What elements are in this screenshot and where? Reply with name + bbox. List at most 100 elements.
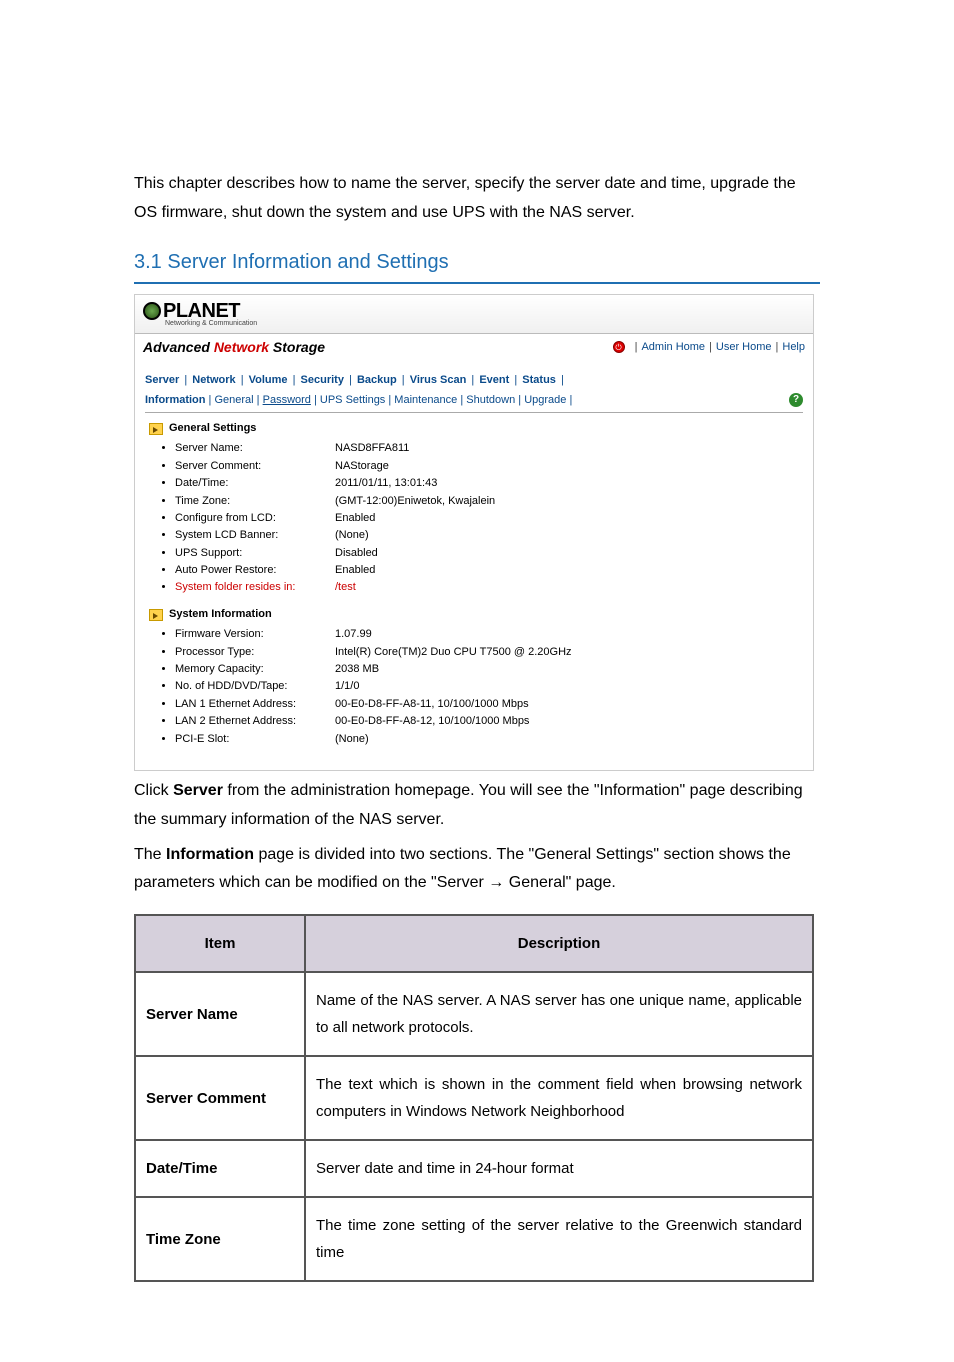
kv-row: Server Name:NASD8FFA811 <box>175 440 803 457</box>
sep: | <box>344 374 357 386</box>
bold: Information <box>166 846 254 863</box>
product-suffix: Storage <box>269 339 325 355</box>
help-icon[interactable]: ? <box>789 393 803 407</box>
cell-description: Name of the NAS server. A NAS server has… <box>305 972 813 1056</box>
arrow-icon <box>149 423 163 435</box>
kv-key: System LCD Banner: <box>175 528 335 543</box>
system-information-list: Firmware Version:1.07.99Processor Type:I… <box>175 626 803 748</box>
kv-key: LAN 1 Ethernet Address: <box>175 697 335 712</box>
kv-row: Processor Type:Intel(R) Core(TM)2 Duo CP… <box>175 644 803 661</box>
subtab-upgrade[interactable]: Upgrade <box>524 394 566 406</box>
kv-value: Enabled <box>335 564 375 576</box>
sep: | <box>631 340 642 355</box>
kv-value: 2011/01/11, 13:01:43 <box>335 477 437 489</box>
kv-row: Date/Time:2011/01/11, 13:01:43 <box>175 475 803 492</box>
tab-network[interactable]: Network <box>192 374 235 386</box>
kv-value: Intel(R) Core(TM)2 Duo CPU T7500 @ 2.20G… <box>335 646 572 658</box>
kv-value: 00-E0-D8-FF-A8-11, 10/100/1000 Mbps <box>335 698 529 710</box>
product-prefix: Advanced <box>143 339 214 355</box>
kv-key: Date/Time: <box>175 476 335 491</box>
kv-key: UPS Support: <box>175 546 335 561</box>
kv-row: Memory Capacity:2038 MB <box>175 661 803 678</box>
help-link[interactable]: Help <box>782 340 805 355</box>
text: from the administration homepage. You wi… <box>134 782 803 828</box>
subtab-general[interactable]: General <box>214 394 253 406</box>
table-row: Server NameName of the NAS server. A NAS… <box>135 972 813 1056</box>
kv-row: Configure from LCD:Enabled <box>175 510 803 527</box>
bold: Server <box>173 782 223 799</box>
power-icon[interactable]: ⏻ <box>613 341 625 353</box>
kv-value: 1/1/0 <box>335 680 359 692</box>
subtab-information[interactable]: Information <box>145 394 206 406</box>
sep: | <box>556 374 566 386</box>
table-row: Date/TimeServer date and time in 24-hour… <box>135 1140 813 1197</box>
cell-item: Server Name <box>135 972 305 1056</box>
tabs-secondary: Information | General | Password | UPS S… <box>145 391 803 413</box>
product-highlight: Network <box>214 339 269 355</box>
table-row: Server CommentThe text which is shown in… <box>135 1056 813 1140</box>
tab-server[interactable]: Server <box>145 374 179 386</box>
kv-value: /test <box>335 581 356 593</box>
sep: | <box>288 374 301 386</box>
globe-icon <box>143 302 161 320</box>
sep: | <box>236 374 249 386</box>
kv-value: (None) <box>335 529 369 541</box>
title-bar: Advanced Network Storage ⏻ | Admin Home … <box>135 334 813 364</box>
kv-row: Auto Power Restore:Enabled <box>175 562 803 579</box>
kv-row: No. of HDD/DVD/Tape:1/1/0 <box>175 678 803 695</box>
group-title-text: General Settings <box>169 421 256 436</box>
kv-row: UPS Support:Disabled <box>175 545 803 562</box>
col-description: Description <box>305 915 813 972</box>
sep: | <box>397 374 410 386</box>
kv-value: 2038 MB <box>335 663 379 675</box>
logo: PLANET Networking & Communication <box>143 301 257 327</box>
table-row: Time ZoneThe time zone setting of the se… <box>135 1197 813 1281</box>
tabs-primary: Server | Network | Volume | Security | B… <box>145 369 803 390</box>
kv-key: Auto Power Restore: <box>175 563 335 578</box>
admin-ui-screenshot: PLANET Networking & Communication Advanc… <box>134 294 814 771</box>
kv-value: (GMT-12:00)Eniwetok, Kwajalein <box>335 495 495 507</box>
cell-description: Server date and time in 24-hour format <box>305 1140 813 1197</box>
cell-item: Time Zone <box>135 1197 305 1281</box>
kv-key: No. of HDD/DVD/Tape: <box>175 679 335 694</box>
tab-virus-scan[interactable]: Virus Scan <box>410 374 467 386</box>
cell-description: The time zone setting of the server rela… <box>305 1197 813 1281</box>
kv-row: Firmware Version:1.07.99 <box>175 626 803 643</box>
sep: | <box>705 340 716 355</box>
body-paragraph-1: Click Server from the administration hom… <box>134 777 820 835</box>
product-title: Advanced Network Storage <box>143 338 325 358</box>
body-paragraph-2: The Information page is divided into two… <box>134 841 820 899</box>
group-title-text: System Information <box>169 607 272 622</box>
tab-volume[interactable]: Volume <box>249 374 288 386</box>
group-general-settings: General Settings <box>149 421 803 436</box>
kv-row: System folder resides in:/test <box>175 579 803 596</box>
kv-key: Firmware Version: <box>175 627 335 642</box>
kv-key: LAN 2 Ethernet Address: <box>175 714 335 729</box>
sep: | <box>179 374 192 386</box>
kv-row: LAN 1 Ethernet Address:00-E0-D8-FF-A8-11… <box>175 696 803 713</box>
kv-value: 00-E0-D8-FF-A8-12, 10/100/1000 Mbps <box>335 715 529 727</box>
subtab-ups-settings[interactable]: UPS Settings <box>320 394 385 406</box>
cell-item: Server Comment <box>135 1056 305 1140</box>
kv-value: (None) <box>335 733 369 745</box>
kv-row: PCI-E Slot:(None) <box>175 731 803 748</box>
sep: | <box>772 340 783 355</box>
tab-backup[interactable]: Backup <box>357 374 397 386</box>
subtab-maintenance[interactable]: Maintenance <box>394 394 457 406</box>
tab-security[interactable]: Security <box>301 374 344 386</box>
kv-key: System folder resides in: <box>175 580 335 595</box>
kv-key: PCI-E Slot: <box>175 732 335 747</box>
panel-body: Server | Network | Volume | Security | B… <box>135 363 813 770</box>
cell-description: The text which is shown in the comment f… <box>305 1056 813 1140</box>
kv-key: Memory Capacity: <box>175 662 335 677</box>
admin-home-link[interactable]: Admin Home <box>641 340 705 355</box>
kv-value: 1.07.99 <box>335 628 372 640</box>
kv-row: Time Zone:(GMT-12:00)Eniwetok, Kwajalein <box>175 493 803 510</box>
subtab-shutdown[interactable]: Shutdown <box>466 394 515 406</box>
kv-row: Server Comment:NAStorage <box>175 458 803 475</box>
subtab-password[interactable]: Password <box>263 394 311 406</box>
header-links: ⏻ | Admin Home | User Home | Help <box>613 340 805 355</box>
tab-event[interactable]: Event <box>479 374 509 386</box>
user-home-link[interactable]: User Home <box>716 340 772 355</box>
tab-status[interactable]: Status <box>522 374 556 386</box>
